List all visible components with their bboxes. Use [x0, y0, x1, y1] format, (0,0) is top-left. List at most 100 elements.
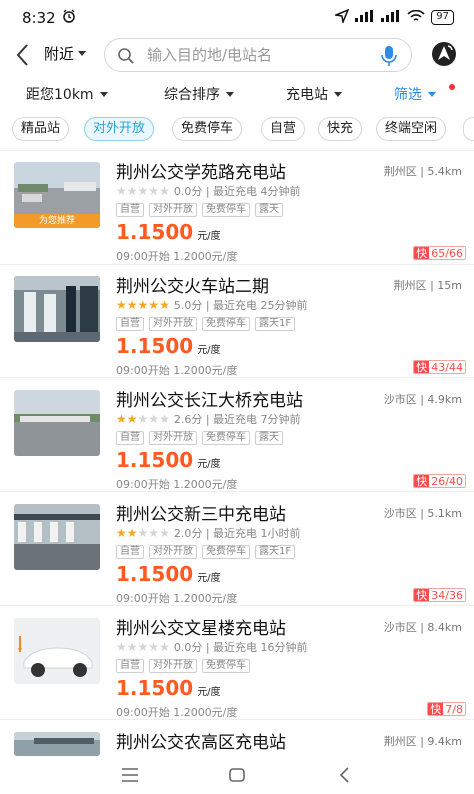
station-card[interactable]: 荆州公交新三中充电站 沙市区 | 5.1km ★★★★★ 2.0分 | 最近充电…: [0, 496, 474, 610]
menu-icon[interactable]: [117, 762, 143, 788]
star-icon: ★: [116, 640, 127, 654]
star-icon: ★: [159, 526, 170, 540]
signal-icon: [355, 10, 375, 25]
station-distance: 沙市区 | 4.9km: [383, 393, 462, 406]
station-card[interactable]: 为您推荐 荆州公交学苑路充电站 荆州区 | 5.4km ★★★★★ 0.0分 |…: [0, 154, 474, 268]
station-tag: 免费停车: [202, 317, 250, 331]
price-unit: 元/度: [197, 345, 221, 356]
star-icon: ★: [137, 640, 149, 654]
chip-idle-terminal[interactable]: 终端空闲: [376, 117, 447, 141]
station-card[interactable]: 荆州公交长江大桥充电站 沙市区 | 4.9km ★★★★★ 2.6分 | 最近充…: [0, 382, 474, 496]
fast-label: 快: [414, 589, 430, 602]
chip-premium-station[interactable]: 精品站: [12, 117, 70, 141]
rating-text: 2.6分 | 最近充电 7分钟前: [173, 413, 301, 426]
alarm-icon: [62, 9, 76, 27]
station-tags: 自营 对外开放 免费停车 露天: [116, 431, 283, 445]
station-price: 1.1500 元/度: [116, 220, 221, 244]
status-time: 8:32: [22, 9, 56, 27]
price-value: 1.1500: [116, 334, 194, 358]
station-name: 荆州公交农高区充电站: [116, 733, 286, 753]
star-icon: ★: [159, 298, 170, 312]
station-card[interactable]: 荆州公交文星楼充电站 沙市区 | 8.4km ★★★★★ 0.0分 | 最近充电…: [0, 610, 474, 724]
star-icon: ★: [126, 412, 138, 426]
star-icon: ★: [148, 640, 160, 654]
fast-count: 65/66: [429, 247, 465, 260]
search-input[interactable]: [147, 44, 367, 66]
star-icon: ★: [126, 640, 138, 654]
station-name: 荆州公交长江大桥充电站: [116, 391, 303, 411]
star-icon: ★: [148, 526, 160, 540]
location-dropdown[interactable]: 附近: [44, 43, 87, 64]
station-price: 1.1500 元/度: [116, 562, 221, 586]
recommend-banner: 为您推荐: [14, 214, 100, 228]
search-icon: [117, 47, 135, 69]
star-icon: ★: [126, 526, 138, 540]
star-icon: ★: [126, 184, 138, 198]
navigation-location-icon[interactable]: [430, 40, 458, 68]
back-icon[interactable]: [14, 42, 32, 68]
station-name: 荆州公交火车站二期: [116, 277, 269, 297]
back-nav-icon[interactable]: [332, 762, 358, 788]
fast-charger-availability: 快 26/40: [413, 474, 466, 488]
station-photo: 为您推荐: [14, 162, 100, 228]
divider: [0, 719, 474, 720]
station-name: 荆州公交学苑路充电站: [116, 163, 286, 183]
rating-stars: ★★★★★: [116, 526, 170, 540]
chip-open-to-public[interactable]: 对外开放: [84, 117, 155, 141]
divider: [0, 605, 474, 606]
status-bar: 8:32 97: [0, 0, 474, 34]
rating-stars: ★★★★★: [116, 298, 170, 312]
station-rating: ★★★★★ 5.0分 | 最近充电 25分钟前: [116, 297, 308, 313]
screen-filter[interactable]: 筛选: [394, 84, 436, 104]
star-icon: ★: [148, 412, 160, 426]
station-card[interactable]: 荆州公交火车站二期 荆州区 | 15m ★★★★★ 5.0分 | 最近充电 25…: [0, 268, 474, 382]
chip-fast-charge[interactable]: 快充: [318, 117, 363, 141]
search-row: 附近: [0, 36, 474, 74]
station-tags: 自营 对外开放 免费停车: [116, 659, 250, 673]
price-value: 1.1500: [116, 676, 194, 700]
station-price: 1.1500 元/度: [116, 676, 221, 700]
microphone-icon[interactable]: [381, 45, 397, 71]
type-filter[interactable]: 充电站: [286, 84, 342, 104]
station-tag: 免费停车: [202, 431, 250, 445]
station-tag: 自营: [116, 659, 144, 673]
navigation-arrow-icon: [333, 8, 350, 26]
distance-filter-label: 距您10km: [26, 87, 94, 103]
home-icon[interactable]: [224, 762, 250, 788]
type-filter-label: 充电站: [286, 87, 328, 103]
station-rating: ★★★★★ 0.0分 | 最近充电 16分钟前: [116, 639, 308, 655]
station-photo: [14, 390, 100, 456]
station-distance: 沙市区 | 8.4km: [383, 621, 462, 634]
fast-count: 7/8: [443, 703, 465, 716]
caret-down-icon: [334, 91, 342, 97]
station-photo: [14, 276, 100, 342]
star-icon: ★: [159, 184, 170, 198]
price-unit: 元/度: [197, 459, 221, 470]
star-icon: ★: [137, 184, 149, 198]
station-photo: [14, 732, 100, 756]
distance-filter[interactable]: 距您10km: [26, 84, 108, 104]
rating-text: 0.0分 | 最近充电 16分钟前: [173, 641, 308, 654]
fast-count: 34/36: [429, 589, 465, 602]
station-distance: 荆州区 | 5.4km: [383, 165, 462, 178]
station-tag: 露天1F: [255, 317, 296, 331]
fast-charger-availability: 快 34/36: [413, 588, 466, 602]
station-name: 荆州公交文星楼充电站: [116, 619, 286, 639]
station-tag: 免费停车: [202, 659, 250, 673]
rating-text: 2.0分 | 最近充电 1小时前: [173, 527, 301, 540]
price-value: 1.1500: [116, 562, 194, 586]
star-icon: ★: [159, 640, 170, 654]
station-rating: ★★★★★ 0.0分 | 最近充电 4分钟前: [116, 183, 301, 199]
price-unit: 元/度: [197, 231, 221, 242]
chip-more[interactable]: [463, 117, 474, 141]
sort-filter-label: 综合排序: [164, 87, 220, 103]
caret-down-icon: [428, 91, 436, 97]
search-box[interactable]: [104, 38, 412, 72]
star-icon: ★: [116, 184, 127, 198]
chip-self-operated[interactable]: 自营: [261, 117, 306, 141]
chip-free-parking[interactable]: 免费停车: [172, 117, 243, 141]
sort-filter[interactable]: 综合排序: [164, 84, 234, 104]
station-card[interactable]: 荆州公交农高区充电站 荆州区 | 9.4km: [0, 724, 474, 756]
star-icon: ★: [159, 412, 170, 426]
star-icon: ★: [137, 298, 149, 312]
